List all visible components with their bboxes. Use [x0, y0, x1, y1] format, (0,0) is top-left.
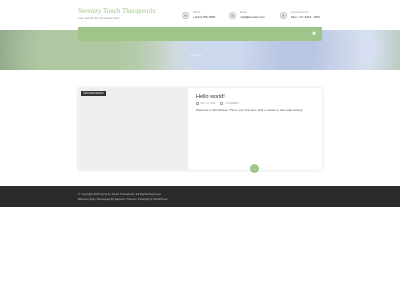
comment-icon [220, 102, 224, 105]
close-icon[interactable]: ✖ [310, 30, 318, 38]
contact-email: Email mail@domain.com [229, 8, 265, 22]
category-badge[interactable]: UNCATEGORIZED [81, 91, 106, 96]
read-more-button[interactable]: → [250, 164, 259, 173]
site-footer: © Copyright 2020 Serenity Touch Therapeu… [0, 186, 400, 207]
post-card: UNCATEGORIZED Hello world! MAY 12, 2020 … [78, 88, 322, 170]
copyright-text: © Copyright 2020 Serenity Touch Therapeu… [78, 192, 162, 196]
main-navigation: ✖ [78, 27, 322, 41]
site-title[interactable]: Serenity Touch Therapeutix [78, 7, 156, 15]
post-title[interactable]: Hello world! [196, 94, 316, 100]
site-header: Serenity Touch Therapeutix Your search f… [0, 0, 400, 30]
credits-text[interactable]: Blossom Spa | Developed By Blossom Theme… [78, 197, 168, 201]
post-body: Hello world! MAY 12, 2020 1 COMMENT Welc… [196, 94, 316, 113]
post-thumbnail[interactable]: UNCATEGORIZED [78, 88, 188, 170]
calendar-icon [196, 102, 199, 105]
page: Serenity Touch Therapeutix Your search f… [0, 0, 400, 300]
breadcrumb[interactable]: Home » [191, 53, 202, 57]
site-tagline: Your search for an answer now [78, 16, 120, 20]
email-icon [229, 11, 236, 19]
post-excerpt: Welcome to WordPress. This is your first… [196, 108, 303, 112]
contact-phone: Phone +1(23) 456-7890 [182, 8, 215, 22]
contact-value: Mon - Fri: 9AM - 7PM [291, 15, 320, 19]
phone-icon [182, 11, 189, 19]
clock-icon [280, 11, 287, 19]
contact-value[interactable]: +1(23) 456-7890 [193, 15, 215, 19]
post-meta: MAY 12, 2020 1 COMMENT [196, 102, 316, 105]
contact-value[interactable]: mail@domain.com [240, 15, 265, 19]
post-date[interactable]: MAY 12, 2020 [201, 102, 216, 105]
post-comments[interactable]: 1 COMMENT [225, 102, 239, 105]
contact-hours: Opening Hours Mon - Fri: 9AM - 7PM [280, 8, 320, 22]
